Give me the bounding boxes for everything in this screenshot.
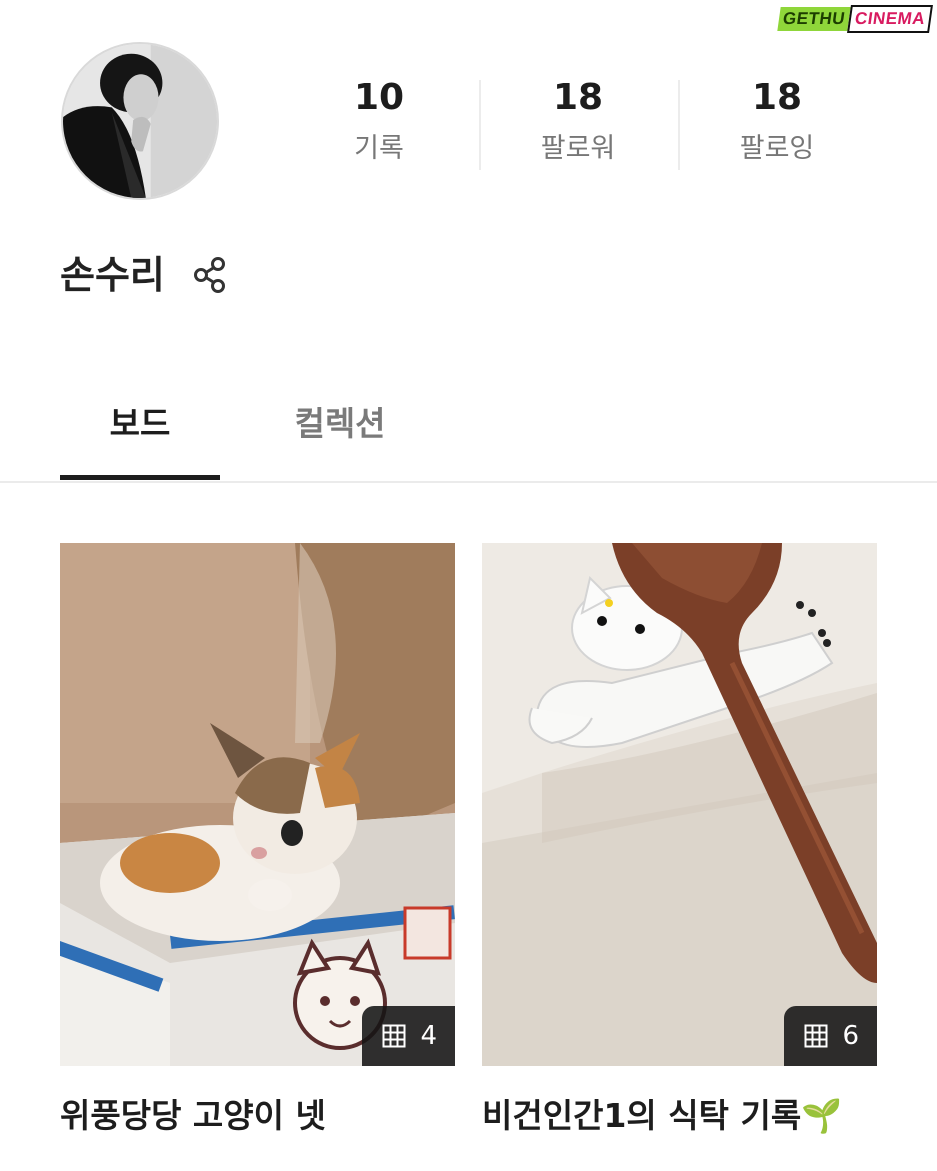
watermark-left: GETHU [777,7,851,31]
board-count: 4 [420,1021,437,1051]
stat-following-count: 18 [751,77,803,118]
stat-records[interactable]: 10 기록 [279,76,479,166]
stat-following-label: 팔로잉 [739,133,815,164]
profile-name: 손수리 [60,253,165,297]
stat-followers-count: 18 [552,77,604,118]
board-card[interactable]: 4 위풍당당 고양이 넷 [60,543,455,1138]
board-title[interactable]: 위풍당당 고양이 넷 [60,1094,455,1138]
board-title[interactable]: 비건인간1의 식탁 기록🌱 [482,1094,877,1138]
tab-collection[interactable]: 컬렉션 [260,400,420,448]
avatar-photo [63,44,217,198]
tab-board[interactable]: 보드 [60,400,220,448]
grid-icon [804,1024,828,1048]
board-count-badge: 4 [362,1006,455,1066]
board-card[interactable]: 6 비건인간1의 식탁 기록🌱 [482,543,877,1138]
stat-followers-label: 팔로워 [540,133,616,164]
board-count: 6 [842,1021,859,1051]
share-icon[interactable] [190,255,230,295]
board-thumbnail[interactable]: 4 [60,543,455,1066]
board-title-text: 위풍당당 고양이 넷 [60,1096,326,1135]
seedling-emoji: 🌱 [801,1096,843,1135]
watermark-right: CINEMA [846,5,933,33]
grid-icon [382,1024,406,1048]
cat-spoon-rest-photo [482,543,877,1066]
avatar[interactable] [61,42,219,200]
tab-divider [0,481,937,483]
watermark-logo: GETHU CINEMA [777,5,933,33]
active-tab-indicator [60,475,220,480]
board-count-badge: 6 [784,1006,877,1066]
board-thumbnail[interactable]: 6 [482,543,877,1066]
stat-records-label: 기록 [354,133,404,164]
cat-in-box-photo [60,543,455,1066]
stat-records-count: 10 [353,77,405,118]
stat-following[interactable]: 18 팔로잉 [677,76,877,166]
board-title-text: 비건인간1의 식탁 기록 [482,1096,802,1135]
stat-followers[interactable]: 18 팔로워 [478,76,678,166]
